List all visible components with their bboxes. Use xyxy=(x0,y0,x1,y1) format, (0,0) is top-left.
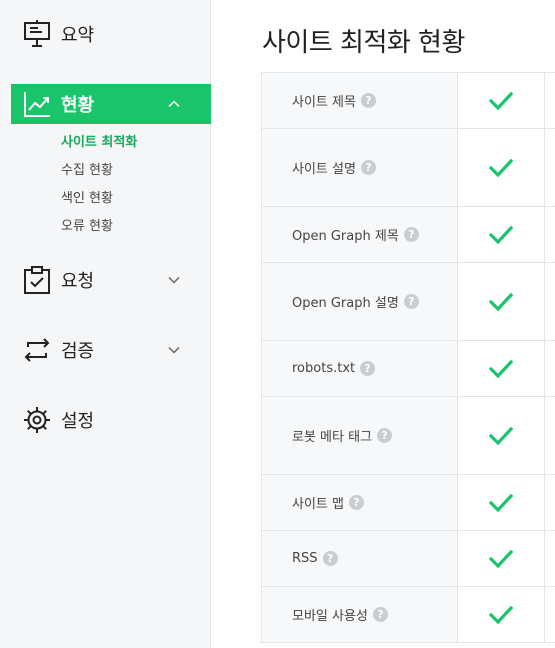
row-label: Open Graph 설명 xyxy=(292,296,399,311)
row-label: 모바일 사용성 xyxy=(292,609,368,624)
clipboard-check-icon xyxy=(22,265,52,295)
sidebar-item-label: 요청 xyxy=(61,271,95,292)
main-content: 사이트 최적화 현황 사이트 제목? 사이트 설명? Open Graph 제목… xyxy=(211,0,555,648)
row-label: 사이트 설명 xyxy=(292,162,356,177)
table-row: 사이트 설명? xyxy=(262,129,555,207)
check-icon xyxy=(489,158,513,177)
help-icon[interactable]: ? xyxy=(360,361,376,376)
table-row: robots.txt? xyxy=(262,341,555,397)
help-icon[interactable]: ? xyxy=(322,551,338,566)
row-label: 로봇 메타 태그 xyxy=(292,430,373,445)
sidebar-subitem-error-status[interactable]: 오류 현황 xyxy=(61,215,113,234)
check-icon xyxy=(489,549,513,568)
sidebar: 요약 현황 사이트 최적화 수집 현황 색인 현황 오류 현황 요청 검증 설정 xyxy=(0,0,211,648)
sidebar-item-settings[interactable]: 설정 xyxy=(11,400,211,440)
help-icon[interactable]: ? xyxy=(403,294,419,309)
repeat-arrows-icon xyxy=(22,335,52,365)
row-label: RSS xyxy=(292,551,318,566)
row-label: robots.txt xyxy=(292,361,356,376)
sidebar-item-status[interactable]: 현황 xyxy=(11,84,211,124)
row-label: 사이트 제목 xyxy=(292,95,356,110)
check-icon xyxy=(489,91,513,110)
help-icon[interactable]: ? xyxy=(360,93,376,108)
optimization-table: 사이트 제목? 사이트 설명? Open Graph 제목? Open Grap… xyxy=(261,72,555,643)
check-icon xyxy=(489,359,513,378)
check-icon xyxy=(489,605,513,624)
sidebar-item-summary[interactable]: 요약 xyxy=(11,14,211,54)
table-row: RSS? xyxy=(262,531,555,587)
check-icon xyxy=(489,292,513,311)
sidebar-item-label: 검증 xyxy=(61,341,95,362)
help-icon[interactable]: ? xyxy=(377,428,393,443)
trend-chart-icon xyxy=(22,89,52,119)
chevron-down-icon xyxy=(167,343,181,357)
help-icon[interactable]: ? xyxy=(360,160,376,175)
sidebar-item-verify[interactable]: 검증 xyxy=(11,330,211,370)
table-row: Open Graph 제목? xyxy=(262,207,555,263)
table-row: 사이트 제목? xyxy=(262,73,555,129)
sidebar-subitem-crawl-status[interactable]: 수집 현황 xyxy=(61,159,113,178)
sidebar-item-label: 요약 xyxy=(61,25,95,46)
table-row: 모바일 사용성? xyxy=(262,587,555,642)
sidebar-subitem-index-status[interactable]: 색인 현황 xyxy=(61,187,113,206)
check-icon xyxy=(489,225,513,244)
chevron-down-icon xyxy=(167,273,181,287)
sidebar-subitem-site-optimization[interactable]: 사이트 최적화 xyxy=(61,131,137,150)
sidebar-item-request[interactable]: 요청 xyxy=(11,260,211,300)
table-row: 로봇 메타 태그? xyxy=(262,397,555,475)
sidebar-item-label: 설정 xyxy=(61,411,95,432)
presentation-board-icon xyxy=(22,19,52,49)
gear-icon xyxy=(22,405,52,435)
check-icon xyxy=(489,426,513,445)
row-label: Open Graph 제목 xyxy=(292,229,399,244)
help-icon[interactable]: ? xyxy=(348,495,364,510)
page-title: 사이트 최적화 현황 xyxy=(262,28,465,58)
check-icon xyxy=(489,493,513,512)
help-icon[interactable]: ? xyxy=(372,607,388,622)
chevron-up-icon xyxy=(167,97,181,111)
row-label: 사이트 맵 xyxy=(292,497,344,512)
table-row: 사이트 맵? xyxy=(262,475,555,531)
help-icon[interactable]: ? xyxy=(403,227,419,242)
table-row: Open Graph 설명? xyxy=(262,263,555,341)
sidebar-item-label: 현황 xyxy=(61,95,95,116)
